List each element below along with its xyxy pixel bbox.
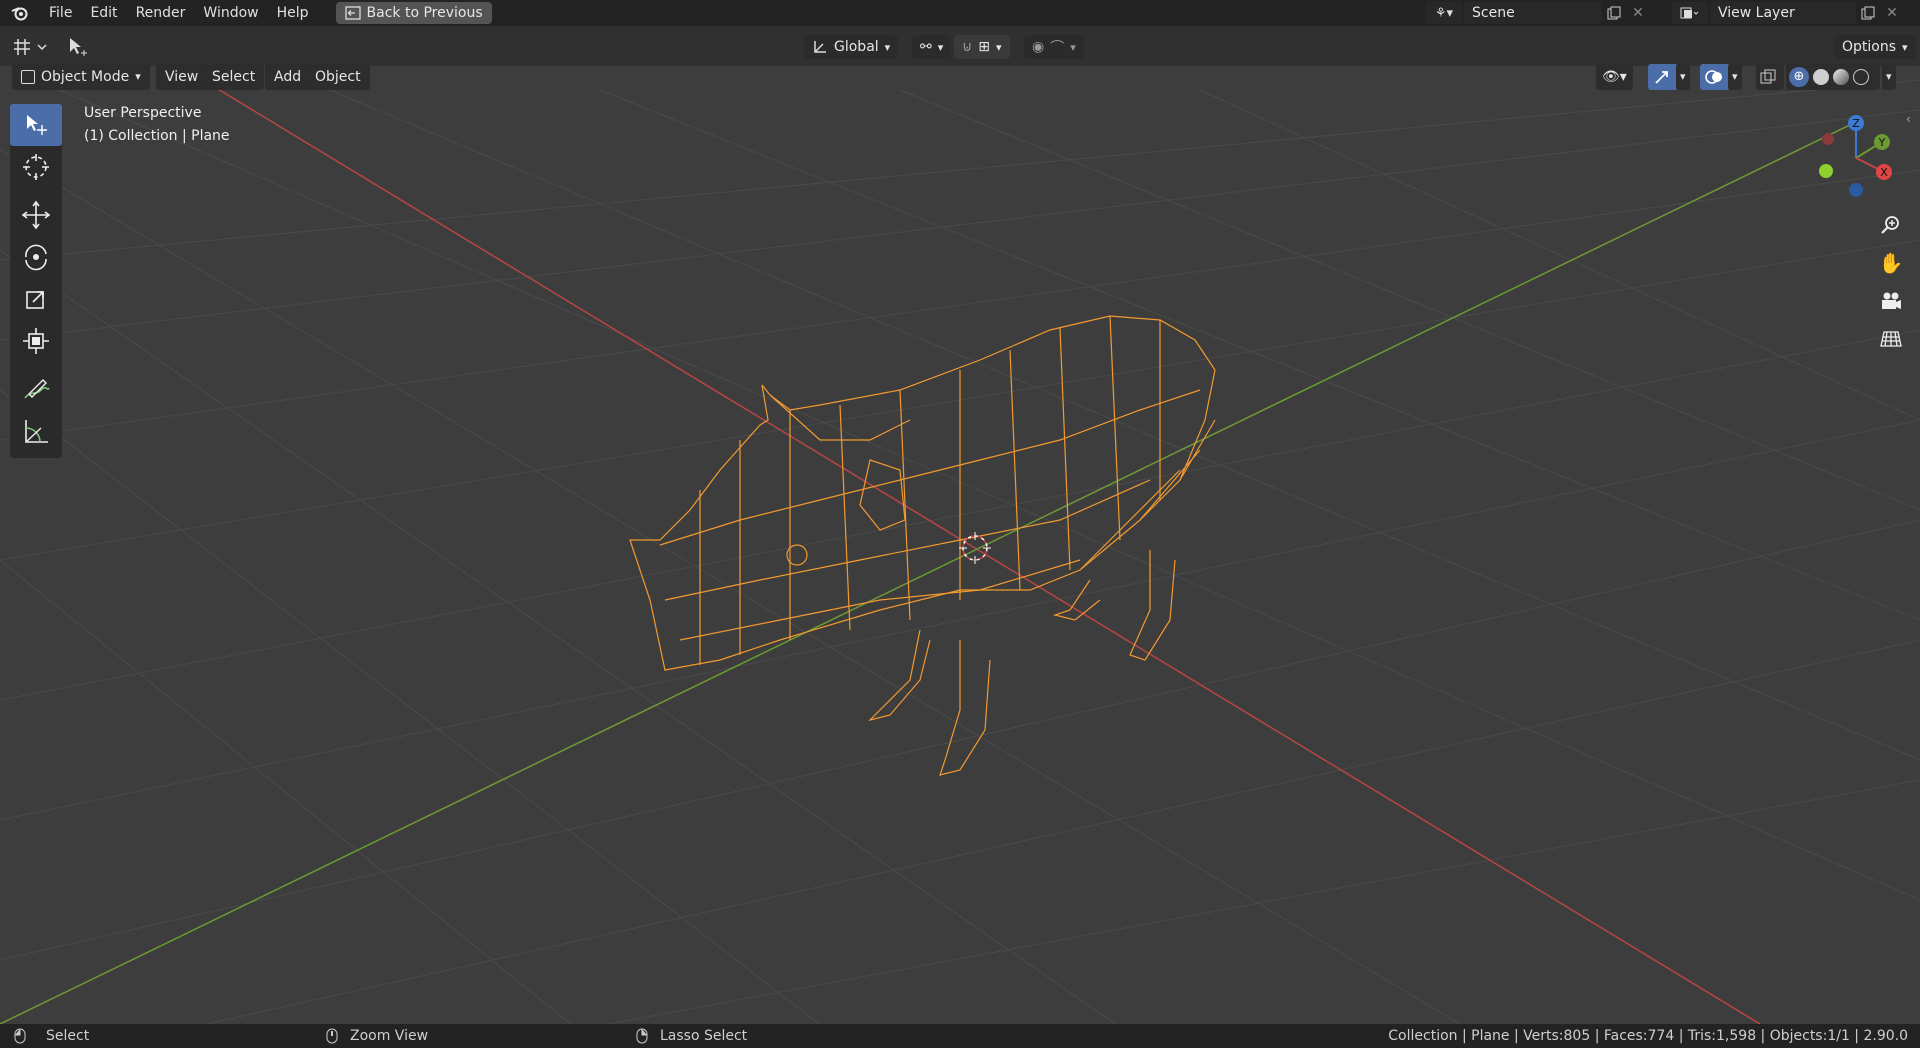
measure-icon[interactable] (10, 410, 62, 452)
move-icon[interactable] (10, 194, 62, 236)
mouse-middle-icon (326, 1028, 338, 1044)
editor-type-icon[interactable] (10, 35, 50, 59)
mouse-right-icon (636, 1028, 648, 1044)
viewport[interactable] (0, 0, 1920, 1048)
toolbox (10, 104, 62, 458)
view-layer-field[interactable]: View Layer (1710, 2, 1856, 24)
pivot-icon: ⚯ (920, 39, 932, 55)
menu-view[interactable]: View (156, 64, 208, 90)
mouse-left-icon (14, 1028, 26, 1044)
scene-selector[interactable]: ⚘▾ (1426, 2, 1462, 24)
menu-help[interactable]: Help (268, 0, 318, 26)
top-menu-bar: File Edit Render Window Help Back to Pre… (0, 0, 1920, 26)
proportional-dropdown[interactable]: ◉ ⌒ ▾ (1024, 35, 1084, 59)
chevron-down-icon: ▾ (1902, 40, 1908, 54)
camera-icon[interactable] (1874, 284, 1908, 318)
menu-render[interactable]: Render (127, 0, 195, 26)
scene-statistics: Collection | Plane | Verts:805 | Faces:7… (1388, 1028, 1908, 1044)
view-layer-icon[interactable] (1672, 2, 1708, 24)
gizmo-z-label: Z (1852, 117, 1860, 130)
mode-label: Object Mode (41, 69, 130, 85)
orientation-label: Global (834, 39, 879, 55)
snap-icon: ⊍ (962, 39, 973, 55)
orientation-dropdown[interactable]: Global ▾ (804, 35, 899, 59)
rotate-icon[interactable] (10, 236, 62, 278)
overlay-icon[interactable] (1700, 64, 1730, 90)
menu-window[interactable]: Window (194, 0, 267, 26)
material-shading-icon[interactable] (1833, 69, 1849, 85)
menu-object[interactable]: Object (306, 64, 370, 90)
cursor-icon[interactable] (10, 146, 62, 188)
scale-icon[interactable] (10, 278, 62, 320)
visibility-icon[interactable]: 👁▾ (1596, 64, 1633, 90)
sidebar-toggle-icon[interactable]: ‹ (1906, 112, 1911, 126)
menu-add[interactable]: Add (265, 64, 311, 90)
close-icon[interactable]: ✕ (1626, 2, 1650, 24)
menu-edit[interactable]: Edit (81, 0, 126, 26)
mode-icon (21, 70, 35, 84)
xray-icon[interactable] (1756, 64, 1784, 90)
back-to-previous-label: Back to Previous (366, 5, 483, 21)
menu-select[interactable]: Select (203, 64, 265, 90)
gizmo-dropdown[interactable]: ▾ (1676, 64, 1690, 90)
status-bar: Select Zoom View Lasso Select Collection… (0, 1024, 1920, 1048)
options-dropdown[interactable]: Options ▾ (1834, 35, 1916, 59)
status-lasso: Lasso Select (660, 1028, 748, 1044)
back-icon (344, 6, 361, 20)
viewport-header: Object Mode ▾ View Select Add Object 👁▾ … (0, 64, 1920, 92)
cursor-tool-icon[interactable] (66, 35, 92, 59)
proportional-icon: ◉ (1032, 39, 1045, 55)
close-icon[interactable]: ✕ (1880, 2, 1904, 24)
grid-icon[interactable] (1874, 322, 1908, 356)
wireframe-shading-icon[interactable]: ⊕ (1789, 67, 1809, 87)
chevron-down-icon: ▾ (135, 70, 141, 83)
annotate-icon[interactable] (10, 368, 62, 410)
copy-icon[interactable] (1856, 2, 1880, 24)
scene-icon: ⚘▾ (1434, 5, 1454, 21)
scene-name-field[interactable]: Scene (1464, 2, 1602, 24)
tool-header: Global ▾ ⚯ ▾ ⊍ ⊞ ▾ ◉ ⌒ ▾ Options ▾ (0, 26, 1920, 66)
collection-label: (1) Collection | Plane (84, 128, 230, 144)
falloff-icon: ⌒ (1050, 40, 1065, 56)
solid-shading-icon[interactable] (1813, 69, 1829, 85)
status-zoom: Zoom View (350, 1028, 429, 1044)
select-box-icon[interactable] (10, 104, 62, 146)
pivot-dropdown[interactable]: ⚯ ▾ (912, 35, 952, 59)
mode-dropdown[interactable]: Object Mode ▾ (12, 64, 150, 90)
rendered-shading-icon[interactable] (1853, 69, 1869, 85)
chevron-down-icon: ▾ (884, 40, 891, 54)
perspective-label: User Perspective (84, 105, 202, 121)
snap-target-icon: ⊞ (978, 39, 990, 55)
copy-icon[interactable] (1602, 2, 1626, 24)
gizmo-x-label: X (1880, 166, 1888, 179)
shading-dropdown[interactable]: ▾ (1882, 64, 1896, 90)
snap-dropdown[interactable]: ⊍ ⊞ ▾ (954, 35, 1010, 59)
orientation-icon (814, 41, 826, 53)
navigation-gizmo[interactable]: Z Y X (1806, 108, 1906, 208)
gizmo-icon[interactable] (1648, 64, 1678, 90)
overlay-dropdown[interactable]: ▾ (1728, 64, 1742, 90)
zoom-icon[interactable] (1874, 208, 1908, 242)
gizmo-y-label: Y (1878, 136, 1886, 149)
blender-logo-icon[interactable] (0, 0, 40, 26)
status-select: Select (46, 1028, 90, 1044)
pan-icon[interactable]: ✋ (1874, 246, 1908, 280)
back-to-previous-button[interactable]: Back to Previous (335, 2, 492, 24)
options-label: Options (1842, 39, 1897, 55)
menu-file[interactable]: File (40, 0, 81, 26)
shading-switcher: ⊕ (1786, 64, 1880, 90)
transform-icon[interactable] (10, 320, 62, 362)
